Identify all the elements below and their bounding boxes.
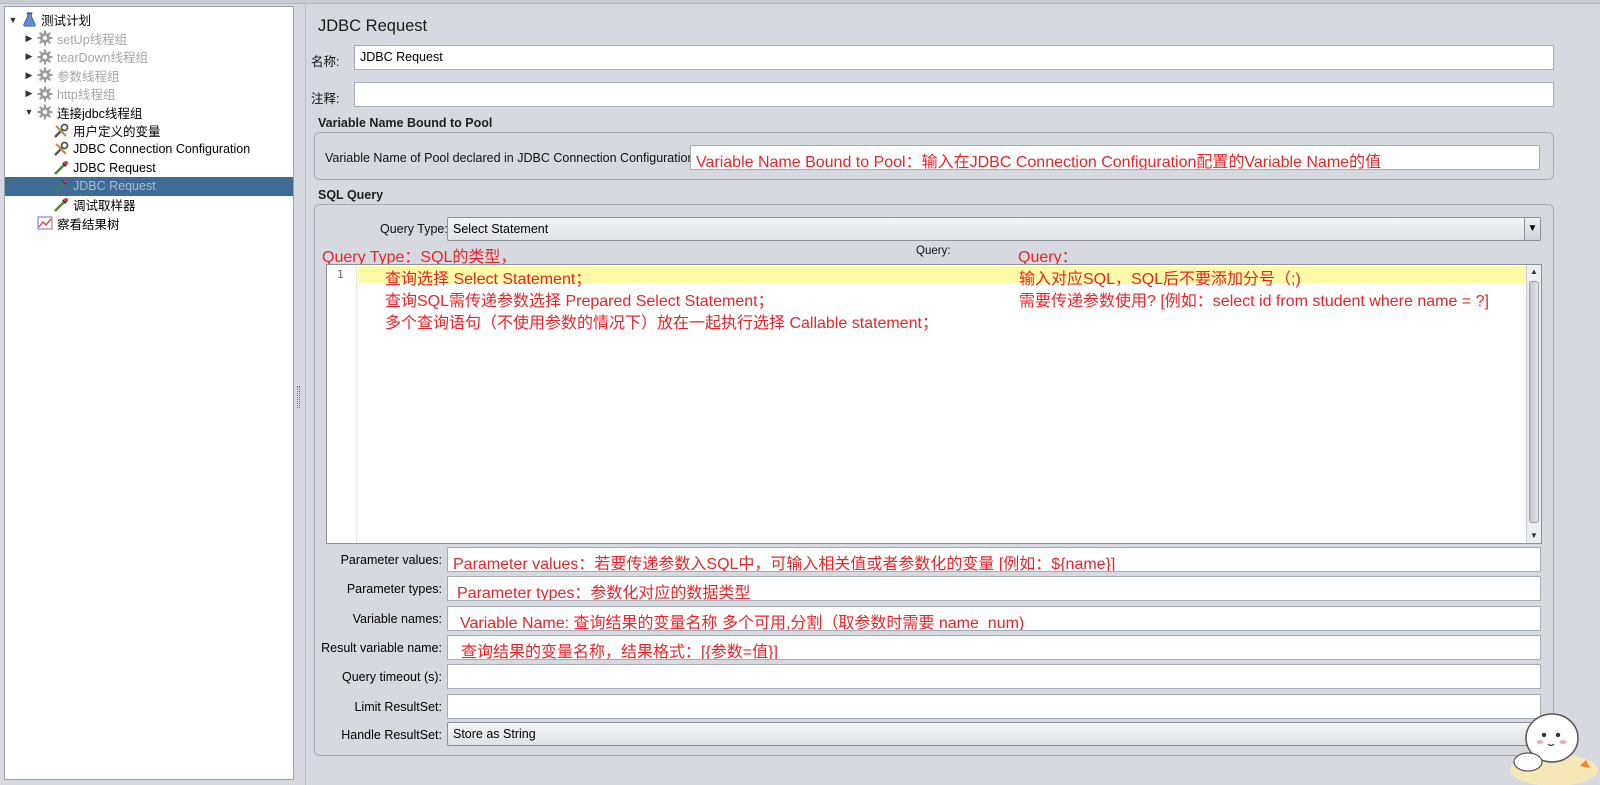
tree-item-label: 用户定义的变量 [73, 125, 161, 139]
tree-item-label: 测试计划 [41, 14, 92, 28]
tree-item-label: http线程组 [57, 88, 116, 102]
flask-icon [21, 12, 37, 28]
result-var-field[interactable]: 查询结果的变量名称，结果格式：[{参数=值}] [447, 635, 1541, 660]
chevron-down-icon[interactable]: ▼ [1524, 218, 1540, 240]
param-values-label: Parameter values: [340, 553, 442, 567]
editor-scrollbar[interactable]: ▲ ▼ [1526, 265, 1541, 543]
tree-item-label: setUp线程组 [57, 32, 128, 47]
line-number-gutter: 1 [327, 265, 357, 543]
pipette-icon [53, 178, 69, 194]
gear-icon [37, 30, 53, 46]
query-label: Query: [916, 245, 951, 257]
code-line-left-2: 查询SQL需传递参数选择 Prepared Select Statement； [385, 293, 774, 310]
tree-item[interactable]: ▶ http线程组 [5, 84, 293, 103]
pool-label: Variable Name of Pool declared in JDBC C… [325, 151, 698, 165]
gear-icon [37, 67, 53, 83]
line-number: 1 [337, 268, 344, 281]
result-var-label: Result variable name: [321, 641, 442, 655]
jdbc-request-panel: JDBC Request 名称: JDBC Request 注释: Variab… [306, 4, 1600, 785]
code-line-left-3: 多个查询语句（不使用参数的情况下）放在一起执行选择 Callable state… [385, 315, 938, 332]
tree-item[interactable]: ▶ setUp线程组 [5, 29, 293, 48]
limit-field[interactable] [447, 694, 1541, 719]
tree-item[interactable]: 用户定义的变量 [5, 121, 293, 140]
gear-icon [37, 86, 53, 102]
query-type-value: Select Statement [453, 222, 549, 236]
gear-icon [37, 49, 53, 65]
handle-resultset-select[interactable]: Store as String [447, 722, 1541, 746]
tree-item[interactable]: 察看结果树 [5, 214, 293, 233]
comment-field[interactable] [354, 82, 1554, 107]
collapse-arrow-icon[interactable]: ▼ [23, 107, 35, 117]
tree-item[interactable]: ▶ tearDown线程组 [5, 47, 293, 66]
pool-group-title: Variable Name Bound to Pool [318, 116, 493, 130]
pipette-icon [53, 160, 69, 176]
tree-item-label: JDBC Connection Configuration [73, 142, 251, 156]
tree-item[interactable]: JDBC Connection Configuration [5, 140, 293, 159]
timeout-field[interactable] [447, 664, 1541, 689]
tree-item[interactable]: 调试取样器 [5, 195, 293, 214]
tree-item-label: tearDown线程组 [57, 51, 148, 65]
var-names-field[interactable]: Variable Name: 查询结果的变量名称 多个可用,分割（取参数时需要 … [447, 606, 1541, 631]
param-types-field[interactable]: Parameter types：参数化对应的数据类型 [447, 576, 1541, 601]
limit-label: Limit ResultSet: [354, 700, 442, 714]
expand-arrow-icon[interactable]: ▶ [23, 33, 35, 44]
expand-arrow-icon[interactable]: ▶ [23, 88, 35, 99]
tree-item-label: JDBC Request [73, 160, 156, 175]
pool-variable-field[interactable]: Variable Name Bound to Pool：输入在JDBC Conn… [690, 145, 1540, 170]
handle-resultset-value: Store as String [453, 727, 536, 741]
scroll-down-icon[interactable]: ▼ [1527, 529, 1541, 543]
splitter-handle[interactable] [296, 6, 302, 780]
collapse-arrow-icon[interactable]: ▼ [7, 15, 19, 25]
code-line-left-1: 查询选择 Select Statement； [385, 271, 592, 288]
tree-item[interactable]: ▼ 测试计划 [5, 10, 293, 29]
query-type-label: Query Type: [380, 222, 448, 236]
panel-title: JDBC Request [318, 17, 428, 35]
code-line-right-1: 输入对应SQL，SQL后不要添加分号（;) [1019, 271, 1301, 288]
expand-arrow-icon[interactable]: ▶ [23, 70, 35, 81]
tree-item[interactable]: ▼ 连接jdbc线程组 [5, 103, 293, 122]
tree-item[interactable]: ▶ 参数线程组 [5, 66, 293, 85]
tree-item-label: 参数线程组 [57, 69, 120, 84]
sql-group-title: SQL Query [318, 188, 384, 202]
tree-item-label: 察看结果树 [57, 217, 120, 232]
chart-icon [37, 215, 53, 231]
var-names-label: Variable names: [352, 612, 442, 626]
tree-item[interactable]: JDBC Request [5, 158, 293, 177]
mascot-sticker-icon [1510, 713, 1598, 785]
query-type-select[interactable]: Select Statement ▼ [447, 217, 1541, 241]
handle-label: Handle ResultSet: [341, 728, 442, 742]
gear-icon [37, 104, 53, 120]
scroll-up-icon[interactable]: ▲ [1527, 265, 1541, 279]
param-types-label: Parameter types: [346, 582, 442, 596]
comment-label: 注释: [311, 92, 340, 106]
tree-item[interactable]: JDBC Request [5, 176, 293, 196]
tree-item-label: 调试取样器 [73, 199, 136, 213]
query-editor[interactable]: 1 查询选择 Select Statement； 查询SQL需传递参数选择 Pr… [326, 264, 1542, 544]
timeout-label: Query timeout (s): [341, 670, 442, 684]
pipette-icon [53, 197, 69, 213]
tree-item-label: JDBC Request [73, 179, 156, 193]
name-field[interactable]: JDBC Request [354, 45, 1554, 70]
test-plan-tree[interactable]: ▼ 测试计划 ▶ setUp线程组 ▶ tearDown线程组 ▶ 参数线程组 ▶ http线程组… [4, 6, 294, 780]
wrench-icon [53, 141, 69, 157]
tree-item-label: 连接jdbc线程组 [57, 106, 143, 121]
expand-arrow-icon[interactable]: ▶ [23, 51, 35, 62]
code-line-right-2: 需要传递参数使用? [例如：select id from student whe… [1019, 293, 1489, 310]
param-values-field[interactable]: Parameter values：若要传递参数入SQL中，可输入相关值或者参数化… [447, 547, 1541, 572]
scrollbar-thumb[interactable] [1529, 281, 1539, 523]
name-label: 名称: [311, 55, 340, 69]
wrench-icon [53, 123, 69, 139]
